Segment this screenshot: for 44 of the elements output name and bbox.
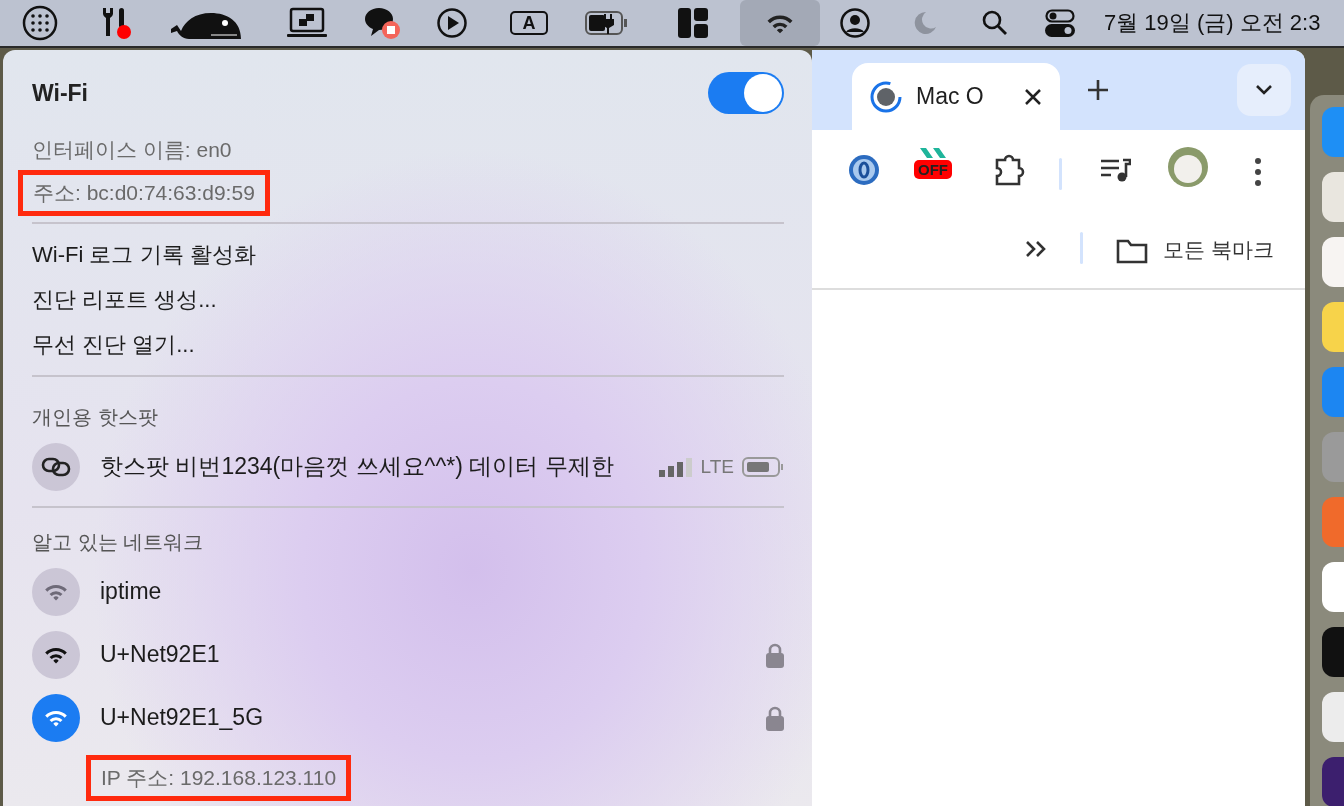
info-text: IP 주소: 192.168.123.110: [101, 766, 337, 789]
new-tab-icon[interactable]: [1086, 78, 1110, 102]
network-type: LTE: [700, 455, 734, 478]
hotspot-name[interactable]: 핫스팟 비번1234(마음껏 쓰세요^^*) 데이터 무제한: [100, 451, 639, 482]
search-icon[interactable]: [982, 10, 1008, 36]
globe-icon: [870, 80, 902, 113]
wifi-menu-item[interactable]: [740, 0, 820, 46]
puzzle-icon[interactable]: [993, 154, 1025, 186]
menu-item[interactable]: 진단 리포트 생성...: [32, 284, 217, 315]
link-icon: [41, 456, 71, 477]
off-badge[interactable]: OFF: [914, 160, 952, 179]
control-center-icon[interactable]: [1045, 9, 1075, 37]
battery-charging-icon[interactable]: [584, 10, 628, 36]
chat-badge-icon[interactable]: [363, 6, 401, 40]
network-name[interactable]: iptime: [100, 578, 784, 605]
ring-icon[interactable]: [848, 154, 880, 186]
section-heading: 개인용 핫스팟: [32, 405, 158, 430]
user-icon[interactable]: [840, 8, 870, 38]
signal-bars-icon: [658, 456, 693, 477]
battery-icon: [742, 456, 784, 477]
more-icon[interactable]: [1255, 158, 1261, 186]
laptop-icon[interactable]: [287, 7, 327, 39]
menu-bar-clock[interactable]: 7월 19일 (금) 오전 2:3: [1104, 8, 1321, 38]
close-icon[interactable]: [1024, 87, 1042, 106]
bookmarks-label[interactable]: 모든 북마크: [1163, 236, 1274, 264]
avatar[interactable]: [1168, 147, 1208, 187]
info-text: 인터페이스 이름: en0: [32, 136, 232, 163]
browser-tab[interactable]: Mac O: [852, 63, 1060, 130]
playlist-icon[interactable]: [1101, 158, 1131, 182]
network-name[interactable]: U+Net92E1: [100, 641, 746, 668]
section-heading: 알고 있는 네트워크: [32, 530, 204, 555]
folder-icon[interactable]: [1116, 238, 1148, 264]
panel-title: Wi-Fi: [32, 79, 89, 107]
grid-icon[interactable]: [22, 5, 58, 41]
play-icon[interactable]: [436, 7, 468, 39]
network-name[interactable]: U+Net92E1_5G: [100, 704, 746, 731]
double-chevron-icon[interactable]: [1025, 240, 1047, 258]
input-source-indicator[interactable]: A: [510, 11, 548, 35]
wifi-toggle[interactable]: [708, 72, 784, 114]
menu-item[interactable]: Wi-Fi 로그 기록 활성화: [32, 239, 256, 270]
info-text: 주소: bc:d0:74:63:d9:59: [33, 180, 255, 204]
chevron-down-icon: [1255, 84, 1273, 96]
window-layout-icon[interactable]: [678, 8, 708, 38]
menu-item[interactable]: 무선 진단 열기...: [32, 329, 195, 360]
